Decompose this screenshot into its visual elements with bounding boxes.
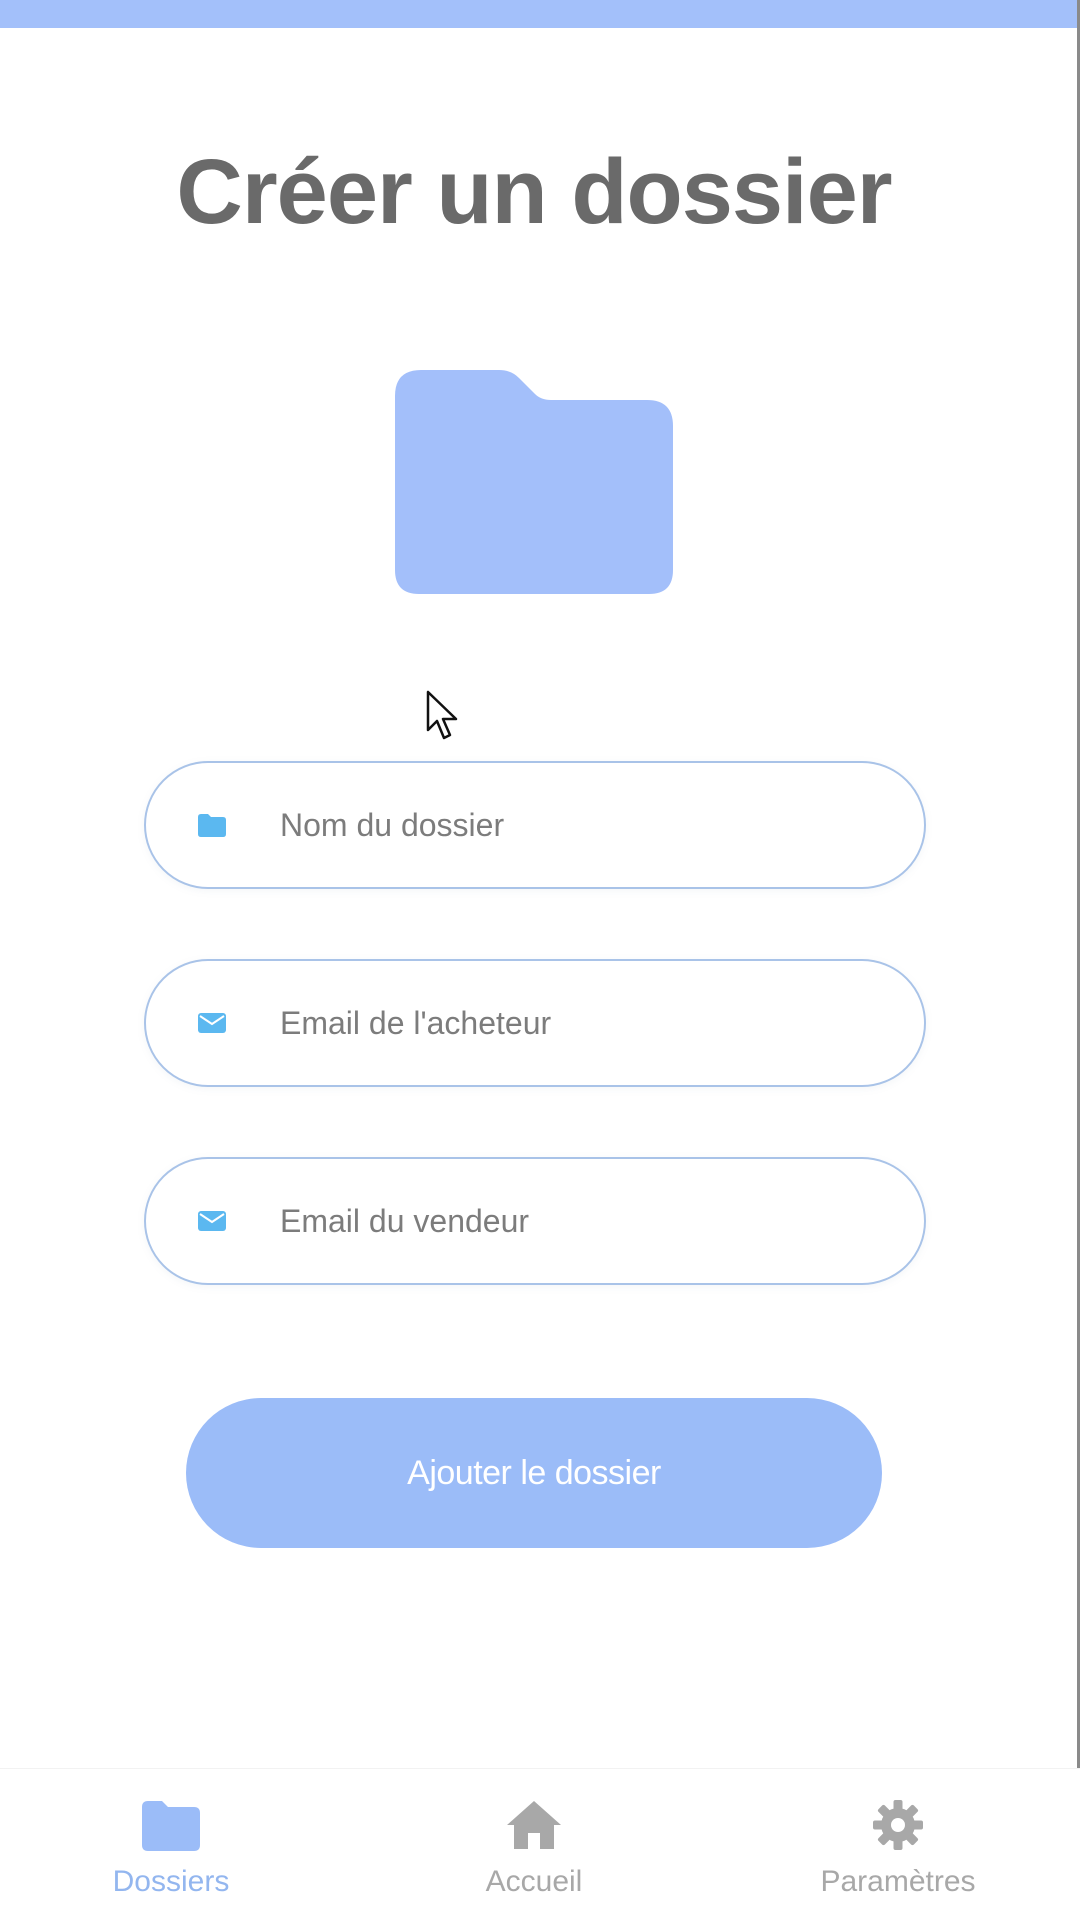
- mouse-cursor-icon: [426, 690, 458, 740]
- seller-email-field[interactable]: [144, 1157, 926, 1285]
- status-bar: [0, 0, 1080, 28]
- tab-accueil[interactable]: Accueil: [404, 1769, 664, 1920]
- folder-name-input[interactable]: [280, 763, 880, 887]
- tab-dossiers[interactable]: Dossiers: [41, 1769, 301, 1920]
- buyer-email-input[interactable]: [280, 961, 880, 1085]
- buyer-email-field[interactable]: [144, 959, 926, 1087]
- page-title: Créer un dossier: [176, 141, 892, 243]
- tab-label: Paramètres: [820, 1865, 976, 1898]
- mail-icon: [198, 1211, 226, 1231]
- app-screen: Créer un dossier Ajouter le dossier: [0, 0, 1080, 1920]
- home-icon: [507, 1801, 561, 1849]
- bottom-tab-bar: Dossiers Accueil Paramètres: [0, 1768, 1080, 1920]
- folder-icon: [198, 814, 226, 837]
- tab-label: Dossiers: [112, 1865, 230, 1898]
- tab-label: Accueil: [485, 1865, 583, 1898]
- folder-icon: [395, 370, 673, 594]
- seller-email-input[interactable]: [280, 1159, 880, 1283]
- mail-icon: [198, 1013, 226, 1033]
- gear-icon: [873, 1800, 923, 1850]
- folder-name-field[interactable]: [144, 761, 926, 889]
- folder-icon: [142, 1801, 200, 1851]
- tab-parametres[interactable]: Paramètres: [768, 1769, 1028, 1920]
- add-folder-button[interactable]: Ajouter le dossier: [186, 1398, 882, 1548]
